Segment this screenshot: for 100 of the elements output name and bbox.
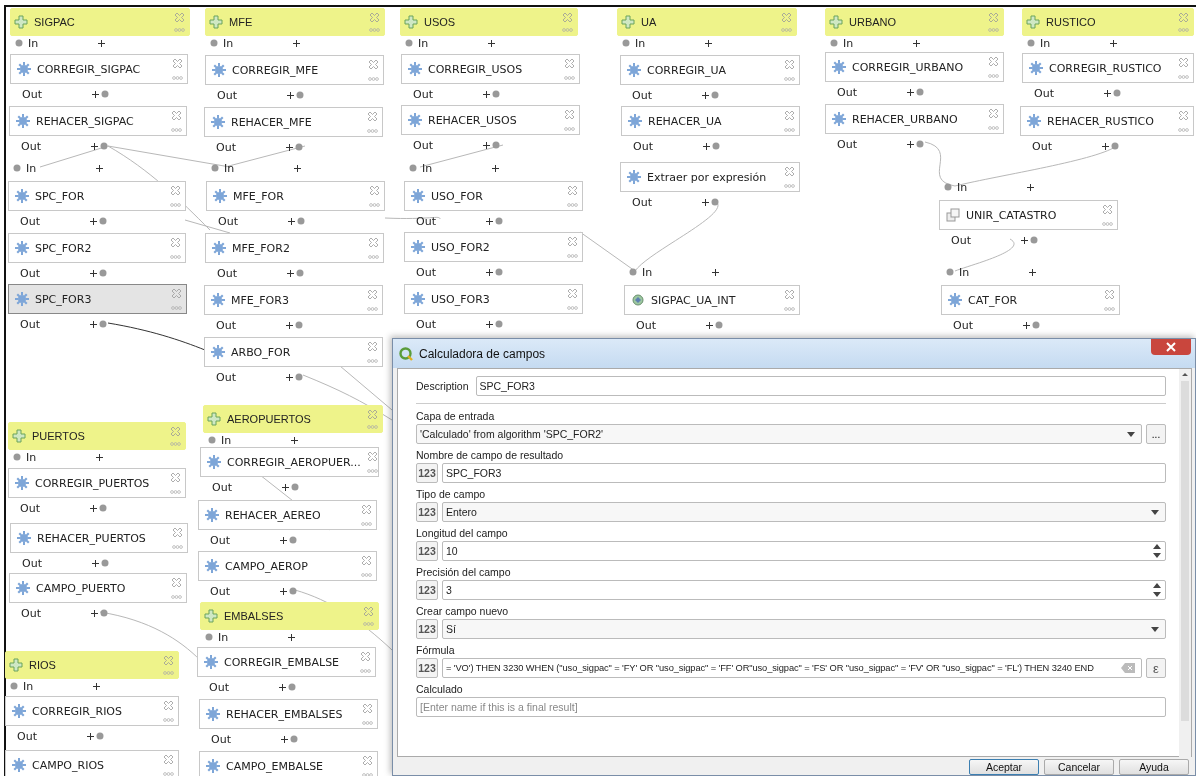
text-field[interactable]: SPC_FOR3 bbox=[475, 376, 1166, 396]
algorithm-node[interactable]: USO_FOR bbox=[404, 181, 583, 211]
algorithm-node[interactable]: CORREGIR_UA bbox=[620, 55, 800, 85]
type-button[interactable]: 123 bbox=[416, 502, 438, 522]
input-node[interactable]: UA bbox=[617, 8, 797, 36]
algorithm-node[interactable]: USO_FOR3 bbox=[404, 284, 583, 314]
algorithm-node[interactable]: REHACER_URBANO bbox=[825, 104, 1004, 134]
algorithm-node[interactable]: CAMPO_PUERTO bbox=[9, 573, 187, 603]
input-node[interactable]: EMBALSES bbox=[200, 602, 379, 630]
node-label: USO_FOR3 bbox=[431, 292, 491, 306]
node-label: RIOS bbox=[29, 659, 57, 671]
spin-box[interactable]: 3 bbox=[442, 580, 1166, 600]
expression-field[interactable]: = 'VO') THEN 3230 WHEN ("uso_sigpac" = 'FY' OR "uso_sigpac" = 'FF' OR"uso_sigpac" = 'FS' OR "uso_sigpac" = 'FV' OR "uso_sigpac" = 'FL') THEN 3240 END bbox=[442, 658, 1142, 678]
port-label: Out bbox=[216, 370, 237, 384]
dropdown[interactable]: 'Calculado' from algorithm 'SPC_FOR2' bbox=[416, 424, 1142, 444]
algorithm-node[interactable]: REHACER_AEREO bbox=[198, 500, 377, 530]
algorithm-node[interactable]: CORREGIR_AEROPUER... bbox=[200, 447, 379, 477]
algorithm-node[interactable]: SPC_FOR bbox=[8, 181, 186, 211]
algorithm-node[interactable]: REHACER_RUSTICO bbox=[1020, 106, 1194, 136]
input-node[interactable]: URBANO bbox=[825, 8, 1004, 36]
algorithm-node[interactable]: MFE_FOR bbox=[206, 181, 385, 211]
dialog-button[interactable]: Ayuda bbox=[1119, 759, 1189, 775]
field-label: Longitud del campo bbox=[416, 526, 509, 540]
algorithm-node[interactable]: SIGPAC_UA_INT bbox=[624, 285, 800, 315]
port-label: Out bbox=[21, 139, 42, 153]
type-button[interactable]: 123 bbox=[416, 580, 438, 600]
spin-box[interactable]: 10 bbox=[442, 541, 1166, 561]
algorithm-node[interactable]: CORREGIR_SIGPAC bbox=[10, 54, 188, 84]
algorithm-node[interactable]: CAT_FOR bbox=[941, 285, 1120, 315]
port-label: Out bbox=[20, 317, 41, 331]
algorithm-node[interactable]: CORREGIR_RUSTICO bbox=[1022, 53, 1194, 83]
algorithm-node[interactable]: CORREGIR_PUERTOS bbox=[8, 468, 186, 498]
type-button[interactable]: 123 bbox=[416, 619, 438, 639]
algorithm-node[interactable]: REHACER_PUERTOS bbox=[10, 523, 188, 553]
port-label: Out bbox=[17, 729, 38, 743]
algorithm-node[interactable]: REHACER_USOS bbox=[401, 105, 580, 135]
node-label: USO_FOR bbox=[431, 189, 484, 203]
input-node[interactable]: RUSTICO bbox=[1022, 8, 1194, 36]
port-label: In bbox=[23, 679, 35, 693]
browse-button[interactable]: ... bbox=[1146, 424, 1166, 444]
input-node[interactable]: USOS bbox=[400, 8, 578, 36]
algorithm-node[interactable]: CAMPO_RIOS bbox=[5, 750, 179, 776]
type-button[interactable]: 123 bbox=[416, 463, 438, 483]
algorithm-node[interactable]: CORREGIR_USOS bbox=[401, 54, 580, 84]
dialog-button[interactable]: Aceptar bbox=[969, 759, 1039, 775]
algorithm-node[interactable]: REHACER_UA bbox=[621, 106, 800, 136]
port-label: In bbox=[224, 161, 236, 175]
algorithm-node[interactable]: MFE_FOR2 bbox=[205, 233, 384, 263]
input-node[interactable]: SIGPAC bbox=[10, 8, 190, 36]
port-label: Out bbox=[209, 680, 230, 694]
algorithm-node[interactable]: REHACER_SIGPAC bbox=[9, 106, 187, 136]
port-label: Out bbox=[1032, 139, 1053, 153]
algorithm-node[interactable]: SPC_FOR3 bbox=[8, 284, 187, 314]
port-label: In bbox=[28, 36, 40, 50]
algorithm-node[interactable]: CAMPO_AEROP bbox=[198, 551, 377, 581]
algorithm-node[interactable]: USO_FOR2 bbox=[404, 232, 583, 262]
input-node[interactable]: MFE bbox=[205, 8, 385, 36]
dialog-button[interactable]: Cancelar bbox=[1044, 759, 1114, 775]
field-label: Crear campo nuevo bbox=[416, 604, 510, 618]
node-label: REHACER_USOS bbox=[428, 113, 518, 127]
port-label: Out bbox=[632, 195, 653, 209]
port-label: Out bbox=[413, 87, 434, 101]
algorithm-node[interactable]: REHACER_EMBALSES bbox=[199, 699, 378, 729]
node-label: REHACER_UA bbox=[648, 114, 723, 128]
node-label: Extraer por expresión bbox=[647, 170, 768, 184]
expression-button[interactable]: ε bbox=[1146, 658, 1166, 678]
algorithm-node[interactable]: CORREGIR_EMBALSE bbox=[197, 647, 376, 677]
dropdown[interactable]: Sí bbox=[442, 619, 1166, 639]
algorithm-node[interactable]: CORREGIR_URBANO bbox=[825, 52, 1004, 82]
node-label: REHACER_SIGPAC bbox=[36, 114, 135, 128]
input-node[interactable]: PUERTOS bbox=[8, 422, 186, 450]
port-label: Out bbox=[216, 318, 237, 332]
node-label: CORREGIR_RUSTICO bbox=[1049, 61, 1163, 75]
algorithm-node[interactable]: CAMPO_EMBALSE bbox=[199, 751, 378, 776]
node-label: MFE_FOR3 bbox=[231, 293, 290, 307]
node-label: CORREGIR_UA bbox=[647, 63, 728, 77]
type-button[interactable]: 123 bbox=[416, 541, 438, 561]
node-label: REHACER_URBANO bbox=[852, 112, 959, 126]
algorithm-node[interactable]: ARBO_FOR bbox=[204, 337, 383, 367]
port-label: Out bbox=[416, 265, 437, 279]
algorithm-node[interactable]: CORREGIR_RIOS bbox=[5, 696, 179, 726]
node-label: PUERTOS bbox=[32, 430, 86, 442]
port-label: Out bbox=[837, 137, 858, 151]
algorithm-node[interactable]: MFE_FOR3 bbox=[204, 285, 383, 315]
node-label: MFE bbox=[229, 16, 254, 28]
text-field[interactable]: [Enter name if this is a final result] bbox=[416, 697, 1166, 717]
port-label: Out bbox=[837, 85, 858, 99]
algorithm-node[interactable]: SPC_FOR2 bbox=[8, 233, 186, 263]
type-button[interactable]: 123 bbox=[416, 658, 438, 678]
text-field[interactable]: SPC_FOR3 bbox=[442, 463, 1166, 483]
algorithm-node[interactable]: CORREGIR_MFE bbox=[205, 55, 384, 85]
field-label: Calculado bbox=[416, 682, 464, 696]
node-label: REHACER_EMBALSES bbox=[226, 707, 344, 721]
algorithm-node[interactable]: Extraer por expresión bbox=[620, 162, 800, 192]
node-label: CORREGIR_USOS bbox=[428, 62, 524, 76]
algorithm-node[interactable]: UNIR_CATASTRO bbox=[939, 200, 1118, 230]
dropdown[interactable]: Entero bbox=[442, 502, 1166, 522]
algorithm-node[interactable]: REHACER_MFE bbox=[204, 107, 383, 137]
input-node[interactable]: RIOS bbox=[5, 651, 179, 679]
input-node[interactable]: AEROPUERTOS bbox=[203, 405, 383, 433]
